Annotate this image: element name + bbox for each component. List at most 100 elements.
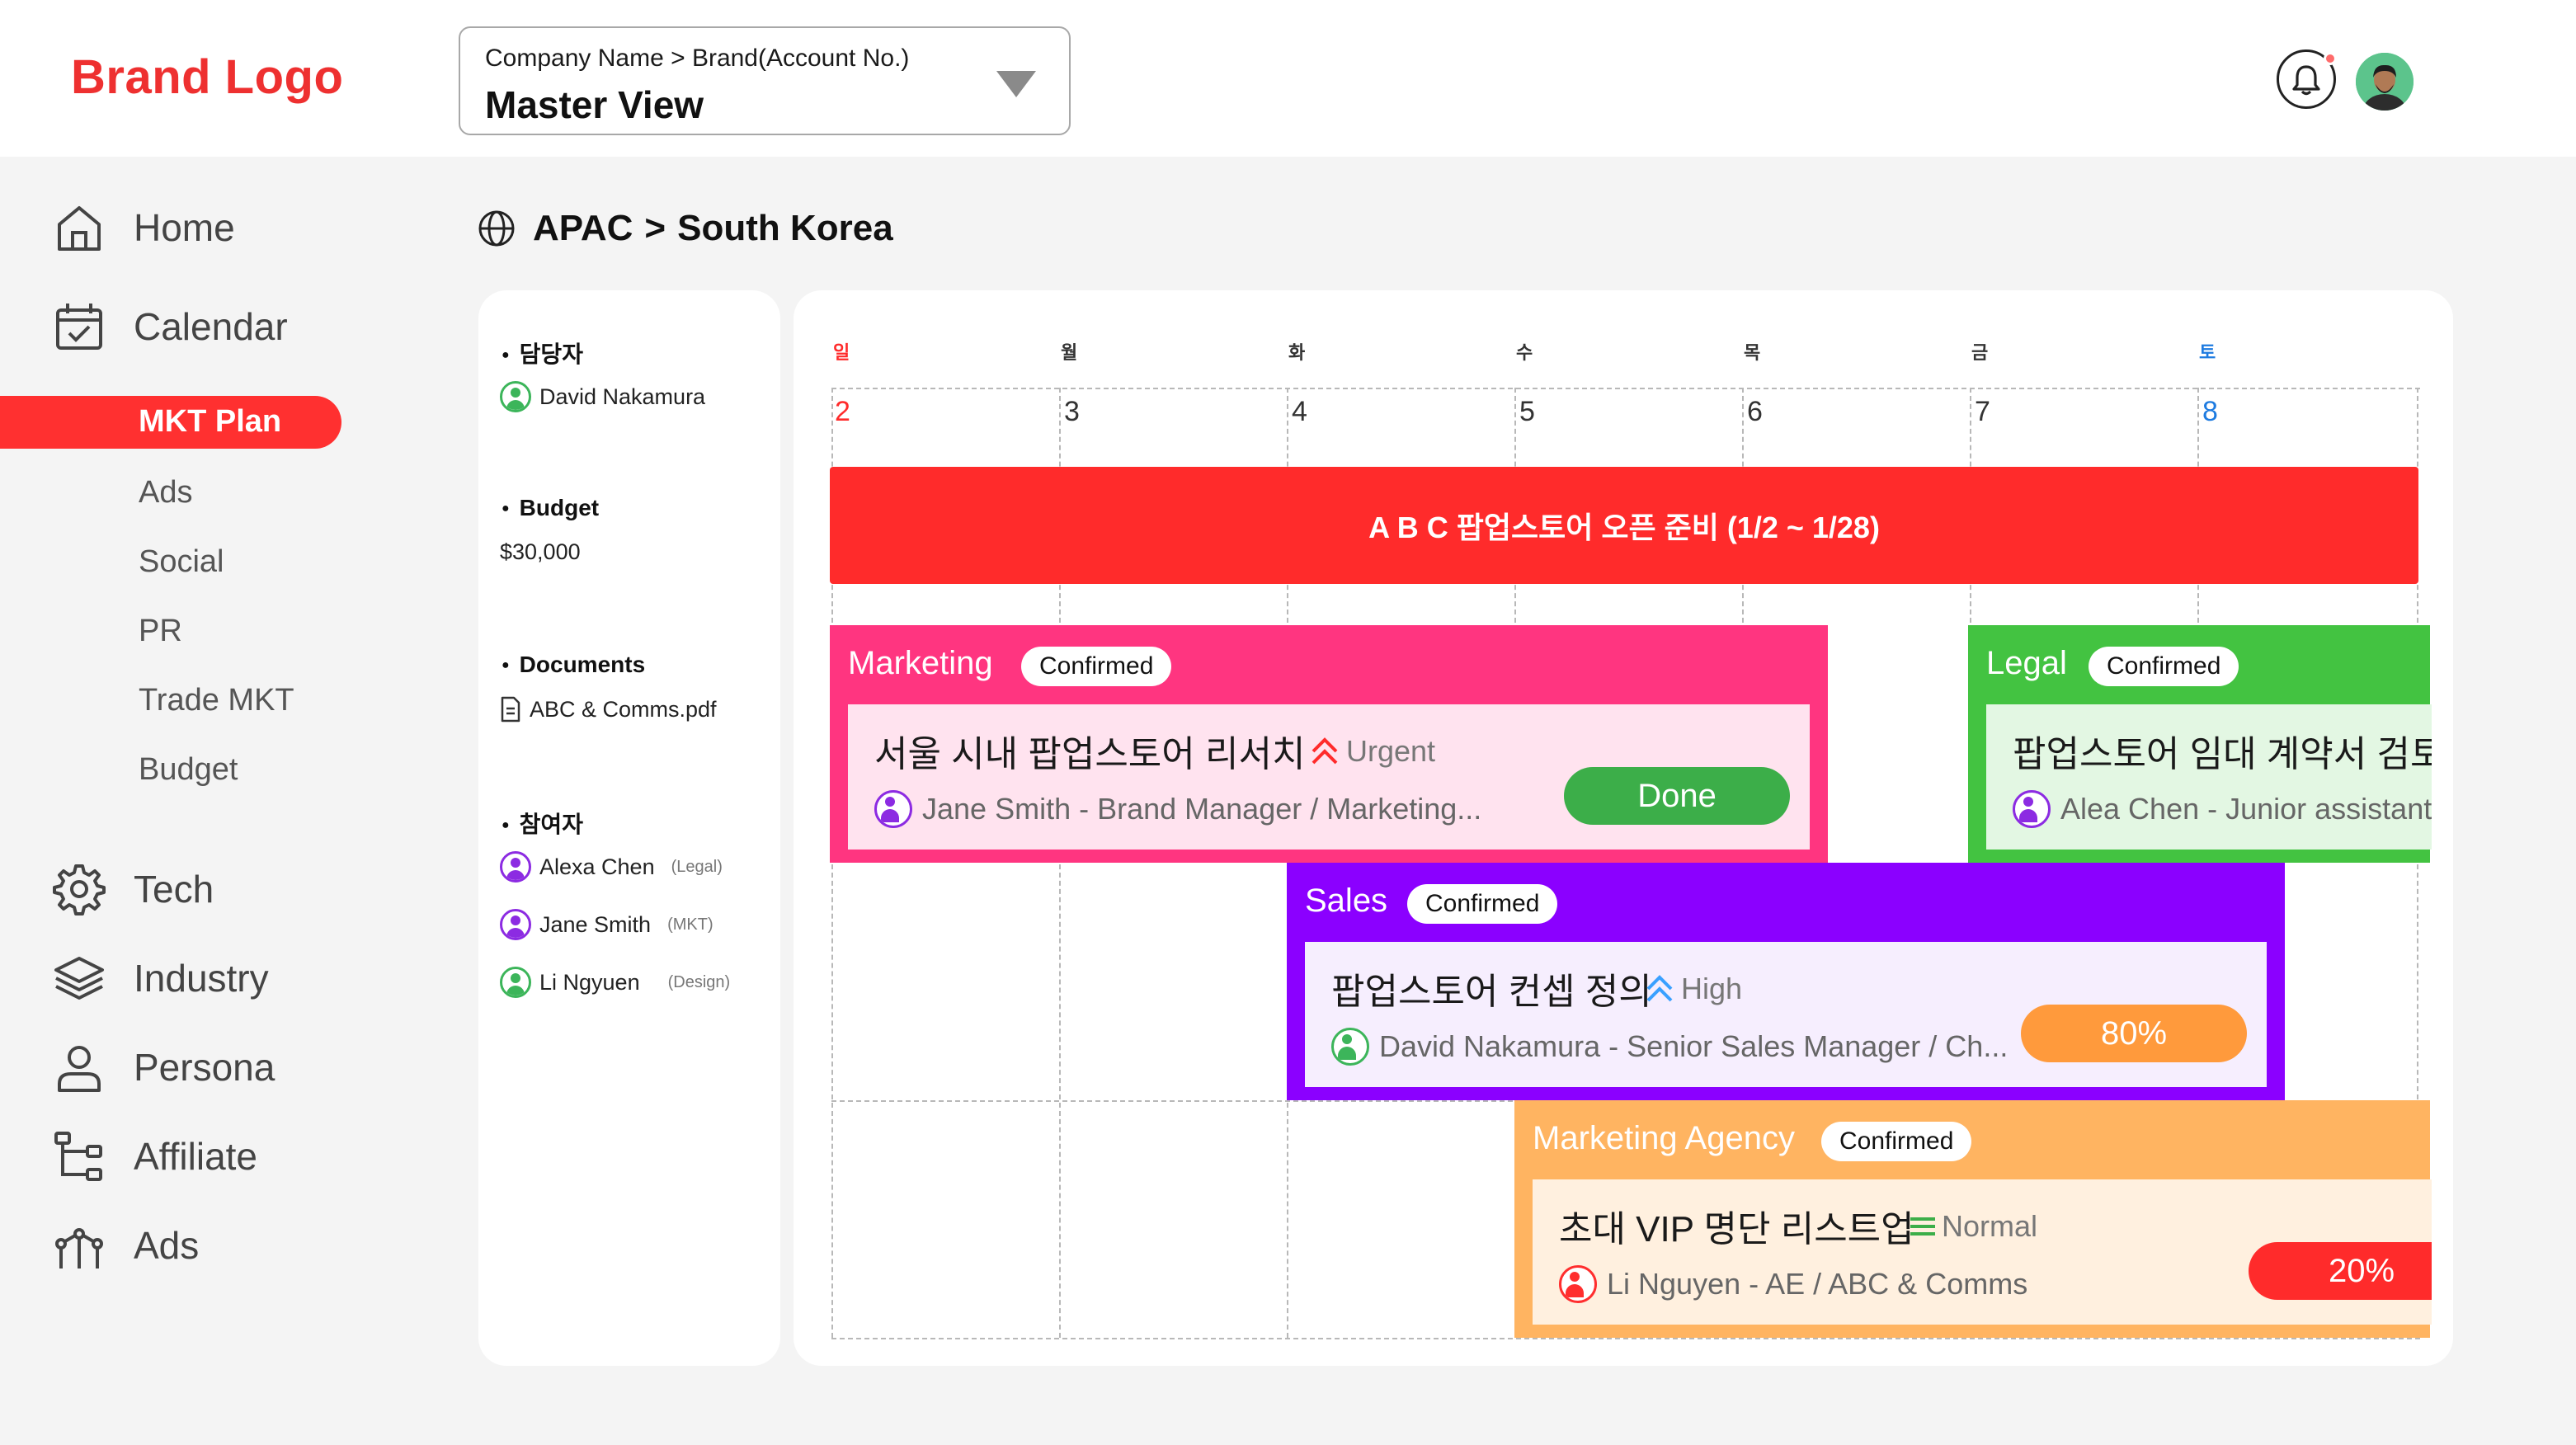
- breadcrumb-region[interactable]: APAC: [533, 208, 633, 249]
- sub-item-mkt-plan[interactable]: MKT Plan: [0, 396, 341, 449]
- date-cell[interactable]: 4: [1292, 396, 1307, 428]
- priority-label: High: [1681, 972, 1743, 1005]
- participant-tag: (Design): [667, 972, 731, 991]
- event-team-label: Marketing Agency: [1533, 1120, 1795, 1156]
- campaign-banner-label: A B C 팝업스토어 오픈 준비 (1/2 ~ 1/28): [1368, 511, 1880, 544]
- budget-heading: Budget: [502, 495, 599, 521]
- event-team-label: Legal: [1986, 645, 2067, 681]
- grid-line: [831, 1338, 2420, 1339]
- person-icon: [874, 790, 912, 828]
- priority-indicator: Normal: [1909, 1209, 2037, 1244]
- sub-item-budget[interactable]: Budget: [139, 752, 238, 788]
- user-avatar[interactable]: [2356, 53, 2414, 111]
- status-badge: Confirmed: [2089, 647, 2239, 686]
- globe-icon: [477, 209, 516, 248]
- assignee-name: David Nakamura - Senior Sales Manager / …: [1379, 1029, 2009, 1063]
- sub-item-ads[interactable]: Ads: [139, 475, 192, 511]
- date-cell[interactable]: 3: [1064, 396, 1080, 428]
- nav-affiliate[interactable]: Affiliate: [49, 1127, 257, 1186]
- event-sales[interactable]: Sales Confirmed 팝업스토어 컨셉 정의 High David N…: [1287, 863, 2285, 1100]
- sub-item-pr[interactable]: PR: [139, 614, 182, 649]
- task-card[interactable]: 팝업스토어 컨셉 정의 High David Nakamura - Senior…: [1305, 942, 2267, 1087]
- status-label: Done: [1637, 777, 1717, 814]
- nav-home[interactable]: Home: [49, 198, 235, 257]
- budget-value: $30,000: [500, 539, 581, 564]
- event-team-label: Sales: [1305, 883, 1388, 919]
- weekday-tue: 화: [1288, 342, 1306, 363]
- account-view: Master View: [485, 83, 704, 126]
- nav-industry-label: Industry: [134, 957, 269, 1000]
- status-badge: Confirmed: [1021, 647, 1172, 686]
- urgent-icon: [1310, 735, 1340, 768]
- event-team-label: Marketing: [848, 645, 993, 681]
- date-cell[interactable]: 5: [1519, 396, 1535, 428]
- calendar-panel: 일 월 화 수 목 금 토 2 3 4 5 6 7 8 A B C 팝업스토어 …: [794, 290, 2453, 1366]
- assignee: Alea Chen - Junior assistant: [2013, 790, 2432, 828]
- event-marketing-agency[interactable]: Marketing Agency Confirmed 초대 VIP 명단 리스트…: [1514, 1100, 2432, 1338]
- event-legal[interactable]: Legal Confirmed 팝업스토어 임대 계약서 검토 Alea Che…: [1968, 625, 2432, 863]
- nav-affiliate-label: Affiliate: [134, 1135, 258, 1178]
- gear-icon: [49, 859, 109, 919]
- account-path: Company Name > Brand(Account No.): [485, 45, 910, 72]
- document-icon: [500, 696, 521, 722]
- task-card[interactable]: 초대 VIP 명단 리스트업 Normal Li Nguyen - AE / A…: [1533, 1179, 2432, 1325]
- participant-row[interactable]: Alexa Chen (Legal): [500, 851, 723, 883]
- progress-label: 20%: [2328, 1252, 2395, 1289]
- priority-indicator: High: [1645, 972, 1742, 1006]
- high-priority-icon: [1645, 972, 1674, 1005]
- task-title: 팝업스토어 임대 계약서 검토: [2013, 734, 2432, 774]
- assignee: David Nakamura - Senior Sales Manager / …: [1331, 1028, 2008, 1066]
- account-selector[interactable]: Company Name > Brand(Account No.) Master…: [459, 26, 1071, 135]
- nav-tech-label: Tech: [134, 868, 214, 911]
- participant-name: Jane Smith: [539, 911, 652, 937]
- top-header: Brand Logo Company Name > Brand(Account …: [0, 0, 2576, 157]
- weekday-wed: 수: [1516, 342, 1533, 363]
- breadcrumb: APAC > South Korea: [477, 208, 893, 249]
- date-cell[interactable]: 6: [1747, 396, 1763, 428]
- brand-logo[interactable]: Brand Logo: [71, 49, 343, 105]
- event-marketing[interactable]: Marketing Confirmed 서울 시내 팝업스토어 리서치 Urge…: [830, 625, 1828, 863]
- date-cell[interactable]: 2: [835, 396, 850, 428]
- weekday-fri: 금: [1971, 342, 1989, 363]
- owner-heading: 담당자: [502, 337, 583, 369]
- participant-row[interactable]: Li Ngyuen (Design): [500, 967, 730, 998]
- assignee: Li Nguyen - AE / ABC & Comms: [1559, 1265, 2027, 1303]
- breadcrumb-country[interactable]: South Korea: [677, 208, 893, 249]
- documents-heading: Documents: [502, 652, 645, 678]
- date-cell[interactable]: 8: [2202, 396, 2218, 428]
- nav-industry[interactable]: Industry: [49, 948, 269, 1008]
- person-icon: [500, 851, 531, 883]
- weekday-sun: 일: [833, 342, 850, 363]
- sub-item-social[interactable]: Social: [139, 544, 224, 580]
- task-card[interactable]: 서울 시내 팝업스토어 리서치 Urgent Jane Smith - Bran…: [848, 704, 1810, 850]
- task-title: 초대 VIP 명단 리스트업: [1559, 1209, 1914, 1250]
- participant-row[interactable]: Jane Smith (MKT): [500, 909, 713, 940]
- participants-heading: 참여자: [502, 807, 583, 840]
- progress-button[interactable]: 80%: [2021, 1005, 2247, 1062]
- sub-item-trade-mkt[interactable]: Trade MKT: [139, 683, 294, 718]
- status-done-button[interactable]: Done: [1564, 767, 1790, 825]
- notification-button[interactable]: [2277, 49, 2337, 109]
- plan-info-panel: 담당자 David Nakamura Budget $30,000 Docume…: [478, 290, 780, 1366]
- nav-persona[interactable]: Persona: [49, 1038, 275, 1097]
- nav-ads[interactable]: Ads: [49, 1216, 199, 1275]
- person-icon: [500, 381, 531, 412]
- normal-priority-icon: [1909, 1214, 1937, 1239]
- assignee-name: Alea Chen - Junior assistant: [2060, 792, 2432, 826]
- progress-button[interactable]: 20%: [2249, 1242, 2432, 1300]
- nav-persona-label: Persona: [134, 1046, 275, 1089]
- person-icon: [2013, 790, 2051, 828]
- campaign-banner[interactable]: A B C 팝업스토어 오픈 준비 (1/2 ~ 1/28): [830, 467, 2418, 584]
- document-link[interactable]: ABC & Comms.pdf: [500, 696, 717, 722]
- person-icon: [500, 909, 531, 940]
- task-card[interactable]: 팝업스토어 임대 계약서 검토 Alea Chen - Junior assis…: [1986, 704, 2432, 850]
- ads-icon: [49, 1216, 109, 1275]
- nav-calendar[interactable]: Calendar: [49, 297, 288, 356]
- bell-icon: [2292, 65, 2320, 96]
- calendar-icon: [49, 297, 109, 356]
- nav-ads-label: Ads: [134, 1224, 200, 1267]
- owner-name: David Nakamura: [539, 384, 706, 409]
- nav-tech[interactable]: Tech: [49, 859, 214, 919]
- participant-name: Alexa Chen: [539, 854, 655, 879]
- date-cell[interactable]: 7: [1975, 396, 1990, 428]
